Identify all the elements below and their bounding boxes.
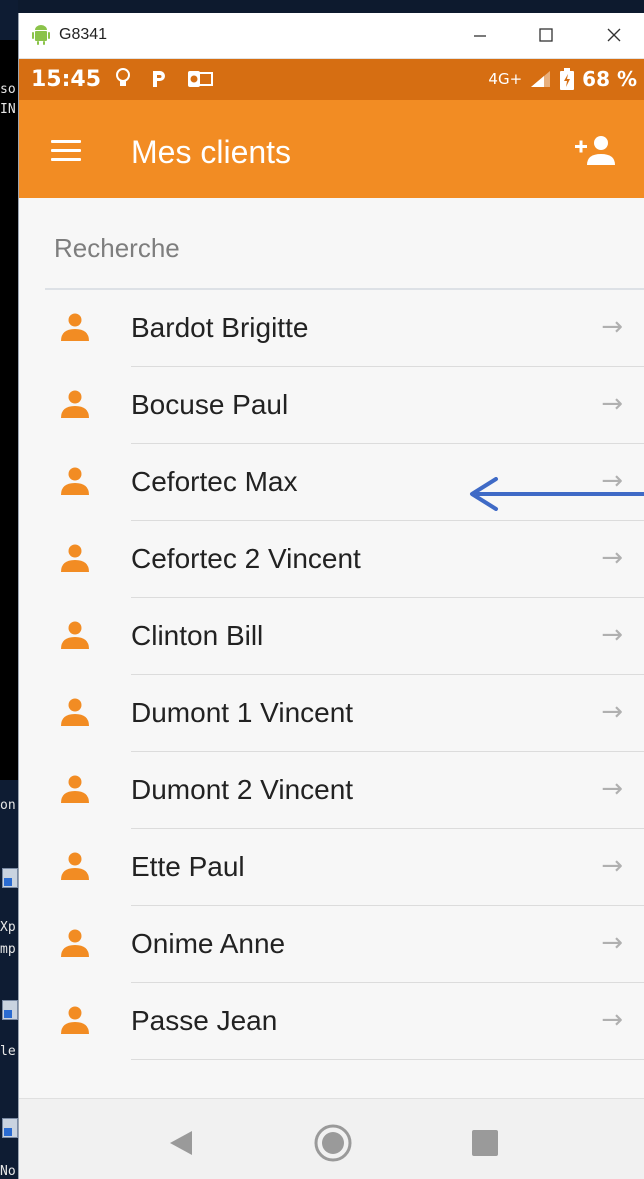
arrow-right-icon: → [601,697,623,727]
desktop-text-4: Xp [0,920,16,935]
app-toolbar: Mes clients [19,100,644,198]
arrow-right-icon: → [601,620,623,650]
battery-icon [560,68,575,90]
person-icon [61,390,89,418]
maximize-icon [539,28,553,42]
arrow-right-icon: → [601,312,623,342]
desktop-shortcut-icon[interactable] [2,1000,18,1020]
person-icon [61,775,89,803]
android-nav-bar [19,1098,644,1179]
minimize-icon [474,35,486,37]
desktop-text-1: so [0,82,16,97]
emulator-window: G8341 15:45 4G+ 68 % Mes clients Recherc… [18,13,644,1179]
client-name: Passe Jean [131,1005,278,1036]
client-name: Cefortec Max [131,466,298,497]
lightbulb-icon [116,68,130,86]
client-row[interactable]: Dumont 2 Vincent → [19,752,644,829]
arrow-right-icon: → [601,389,623,419]
person-icon [61,929,89,957]
client-name: Ette Paul [131,851,245,882]
client-name: Dumont 2 Vincent [131,774,354,805]
battery-percent: 68 % [582,67,637,91]
back-icon [170,1131,192,1155]
desktop-text-6: le [0,1044,16,1059]
back-button[interactable] [161,1123,201,1163]
close-icon [607,28,621,42]
desktop-shortcut-icon[interactable] [2,1118,18,1138]
close-button[interactable] [599,21,629,49]
page-title: Mes clients [131,134,292,170]
outlook-icon [188,71,213,87]
arrow-right-icon: → [601,851,623,881]
client-list: Bardot Brigitte → Bocuse Paul → Cefortec… [19,290,644,1060]
home-button[interactable] [313,1123,353,1163]
person-icon [61,313,89,341]
divider [131,1059,644,1060]
arrow-right-icon: → [601,774,623,804]
android-status-bar: 15:45 4G+ 68 % [19,59,644,100]
client-row[interactable]: Passe Jean → [19,983,644,1060]
recents-button[interactable] [465,1123,505,1163]
client-row[interactable]: Onime Anne → [19,906,644,983]
home-icon [314,1124,352,1162]
status-time: 15:45 [31,67,102,92]
arrow-right-icon: → [601,928,623,958]
desktop-console [0,40,18,780]
client-name: Bocuse Paul [131,389,289,420]
window-titlebar[interactable]: G8341 [19,13,644,59]
desktop-text-2: IN [0,102,16,117]
client-row[interactable]: Cefortec 2 Vincent → [19,521,644,598]
client-name: Clinton Bill [131,620,264,651]
client-row[interactable]: Ette Paul → [19,829,644,906]
add-user-icon[interactable] [573,134,617,166]
client-row[interactable]: Bocuse Paul → [19,367,644,444]
desktop-text-7: No [0,1164,16,1179]
recents-icon [472,1130,498,1156]
person-icon [61,467,89,495]
signal-icon [531,71,551,87]
person-icon [61,852,89,880]
person-icon [61,698,89,726]
client-name: Onime Anne [131,928,286,959]
menu-icon[interactable] [51,140,81,162]
client-row[interactable]: Dumont 1 Vincent → [19,675,644,752]
android-icon [32,25,50,45]
desktop-text-5: mp [0,942,16,957]
person-icon [61,621,89,649]
arrow-right-icon: → [601,543,623,573]
search-bar [45,218,644,290]
minimize-button[interactable] [465,21,495,49]
client-row[interactable]: Clinton Bill → [19,598,644,675]
network-type: 4G+ [488,70,523,88]
client-name: Cefortec 2 Vincent [131,543,361,574]
person-icon [61,544,89,572]
maximize-button[interactable] [531,21,561,49]
desktop-shortcut-icon[interactable] [2,868,18,888]
annotation-arrow-icon [470,477,644,511]
search-input[interactable] [45,230,623,266]
arrow-right-icon: → [601,1005,623,1035]
client-row[interactable]: Bardot Brigitte → [19,290,644,367]
person-icon [61,1006,89,1034]
client-name: Dumont 1 Vincent [131,697,354,728]
client-name: Bardot Brigitte [131,312,309,343]
desktop-text-3: on [0,798,16,813]
parking-icon [153,71,165,87]
window-title: G8341 [59,26,108,43]
